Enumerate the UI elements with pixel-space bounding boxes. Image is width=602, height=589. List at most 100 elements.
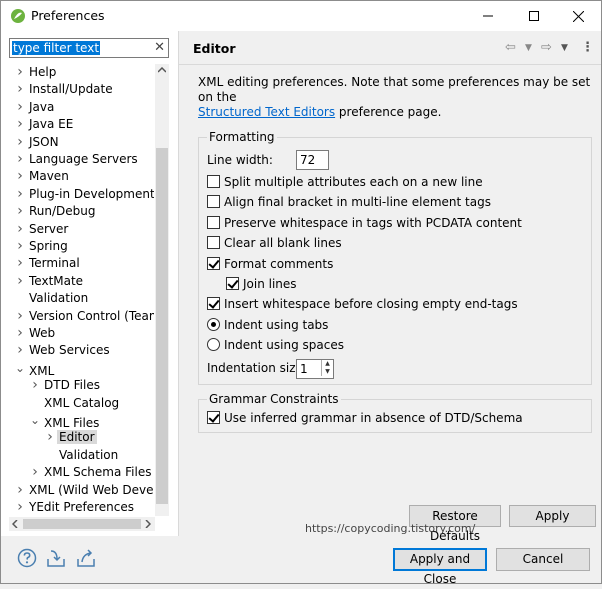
checkbox[interactable] — [207, 297, 220, 311]
formatting-option-label: Insert whitespace before closing empty e… — [224, 297, 518, 312]
back-dropdown-icon[interactable]: ▼ — [525, 43, 532, 53]
chevron-right-icon[interactable]: › — [28, 377, 42, 394]
minimize-button[interactable] — [465, 1, 511, 31]
tree-item[interactable]: › XML Schema Files — [28, 464, 153, 481]
chevron-right-icon[interactable]: › — [13, 221, 27, 238]
chevron-right-icon[interactable]: › — [13, 273, 27, 290]
apply-and-close-button[interactable]: Apply and Close — [393, 548, 487, 586]
chevron-down-icon[interactable]: ⌄ — [28, 412, 42, 429]
formatting-option[interactable]: Format comments — [207, 255, 333, 273]
grammar-option[interactable]: Use inferred grammar in absence of DTD/S… — [207, 409, 523, 427]
line-width-field[interactable]: 72 — [296, 150, 329, 170]
checkbox[interactable] — [226, 277, 239, 290]
chevron-right-icon[interactable]: › — [13, 255, 27, 272]
filter-input[interactable]: type filter text ✕ — [9, 38, 169, 58]
tree-item[interactable]: › Help — [13, 64, 58, 81]
import-icon[interactable] — [46, 548, 66, 568]
help-icon[interactable] — [17, 548, 37, 568]
chevron-right-icon[interactable]: › — [13, 186, 27, 203]
formatting-option-label: Preserve whitespace in tags with PCDATA … — [224, 215, 522, 230]
close-button[interactable] — [555, 1, 601, 31]
maximize-button[interactable] — [511, 1, 557, 31]
export-icon[interactable] — [76, 548, 96, 568]
tree-item[interactable]: › JSON — [13, 134, 61, 151]
tree-horizontal-scrollbar[interactable] — [9, 517, 155, 531]
tree-item[interactable]: ⌄ XML — [13, 360, 56, 378]
tree-item[interactable]: ⌄ XML Files — [28, 412, 101, 430]
tree-item[interactable]: ›XML (Wild Web Develop — [13, 482, 154, 499]
grammar-checkbox[interactable] — [207, 411, 220, 424]
formatting-option[interactable]: Indent using spaces — [207, 336, 344, 354]
clear-filter-icon[interactable]: ✕ — [154, 40, 165, 55]
formatting-option[interactable]: Clear all blank lines — [207, 234, 342, 252]
forward-icon[interactable]: ⇨ — [541, 40, 552, 55]
tree-item[interactable]: › Editor — [43, 429, 97, 446]
formatting-option[interactable]: Join lines — [226, 275, 297, 293]
checkbox[interactable] — [207, 195, 220, 209]
tree-item[interactable]: › Version Control (Team) — [13, 308, 154, 325]
chevron-right-icon[interactable]: › — [13, 81, 27, 98]
structured-text-editors-link[interactable]: Structured Text Editors — [198, 105, 335, 119]
tree-item[interactable]: Validation — [13, 290, 90, 307]
tree-item[interactable]: › TextMate — [13, 273, 85, 290]
chevron-right-icon[interactable]: › — [13, 168, 27, 185]
tree-item[interactable]: › Server — [13, 221, 70, 238]
formatting-option[interactable]: Align final bracket in multi-line elemen… — [207, 193, 491, 211]
scroll-right-icon[interactable] — [145, 520, 151, 528]
checkbox[interactable] — [207, 256, 220, 270]
chevron-right-icon[interactable]: › — [13, 151, 27, 168]
chevron-right-icon[interactable]: › — [13, 342, 27, 359]
chevron-right-icon[interactable]: › — [13, 203, 27, 220]
checkbox[interactable] — [207, 175, 220, 188]
scroll-left-icon[interactable] — [12, 520, 18, 528]
chevron-right-icon[interactable]: › — [13, 325, 27, 342]
forward-dropdown-icon[interactable]: ▼ — [561, 43, 568, 53]
chevron-right-icon[interactable]: › — [13, 308, 27, 325]
chevron-right-icon[interactable]: › — [13, 64, 27, 81]
tree-item[interactable]: › Web Services — [13, 342, 112, 359]
tree-item[interactable]: › Terminal — [13, 255, 82, 272]
chevron-right-icon[interactable]: › — [13, 116, 27, 133]
chevron-right-icon[interactable]: › — [13, 99, 27, 116]
chevron-right-icon[interactable]: › — [13, 499, 27, 516]
chevron-right-icon[interactable]: › — [43, 429, 57, 446]
radio-button[interactable] — [207, 317, 220, 331]
formatting-option[interactable]: Preserve whitespace in tags with PCDATA … — [207, 214, 522, 232]
chevron-down-icon[interactable]: ⌄ — [13, 360, 27, 377]
radio-button[interactable] — [207, 338, 220, 352]
tree-item[interactable]: › YEdit Preferences — [13, 499, 136, 516]
back-icon[interactable]: ⇦ — [505, 40, 516, 55]
checkbox[interactable] — [207, 215, 220, 229]
tree-vertical-scrollbar[interactable] — [155, 64, 169, 516]
tree-item[interactable]: › Language Servers — [13, 151, 140, 168]
preference-tree: › Help › Install/Update › Java › Java EE › JSON › L… — [1, 64, 154, 516]
tree-item[interactable]: › Web — [13, 325, 57, 342]
indentation-size-stepper[interactable]: 1 ▲ ▼ — [296, 359, 334, 379]
chevron-right-icon[interactable]: › — [13, 134, 27, 151]
cancel-button[interactable]: Cancel — [496, 548, 590, 571]
apply-button[interactable]: Apply — [509, 505, 596, 527]
tree-item[interactable]: › Maven — [13, 168, 71, 185]
tree-item[interactable]: XML Catalog — [28, 395, 121, 412]
formatting-option[interactable]: Insert whitespace before closing empty e… — [207, 295, 518, 313]
chevron-right-icon[interactable]: › — [13, 238, 27, 255]
formatting-option[interactable]: Indent using tabs — [207, 316, 328, 334]
checkbox[interactable] — [207, 236, 220, 250]
tree-item[interactable]: › DTD Files — [28, 377, 102, 394]
chevron-right-icon[interactable]: › — [28, 464, 42, 481]
vertical-scroll-thumb[interactable] — [156, 148, 168, 504]
horizontal-scroll-thumb[interactable] — [23, 519, 141, 529]
tree-item[interactable]: › Run/Debug — [13, 203, 98, 220]
tree-item[interactable]: › Java EE — [13, 116, 75, 133]
formatting-option[interactable]: Split multiple attributes each on a new … — [207, 173, 483, 191]
tree-item[interactable]: › Spring — [13, 238, 70, 255]
chevron-right-icon[interactable]: › — [13, 482, 27, 499]
spinner-arrows-icon[interactable]: ▲ ▼ — [321, 360, 333, 376]
scroll-up-icon[interactable] — [158, 67, 166, 73]
tree-item[interactable]: › Install/Update — [13, 81, 115, 98]
view-menu-icon[interactable]: ⋮ — [581, 40, 594, 55]
tree-item[interactable]: › Plug-in Development — [13, 186, 154, 203]
tree-item[interactable]: Validation — [43, 447, 120, 464]
maximize-icon — [529, 11, 539, 21]
tree-item[interactable]: › Java — [13, 99, 56, 116]
